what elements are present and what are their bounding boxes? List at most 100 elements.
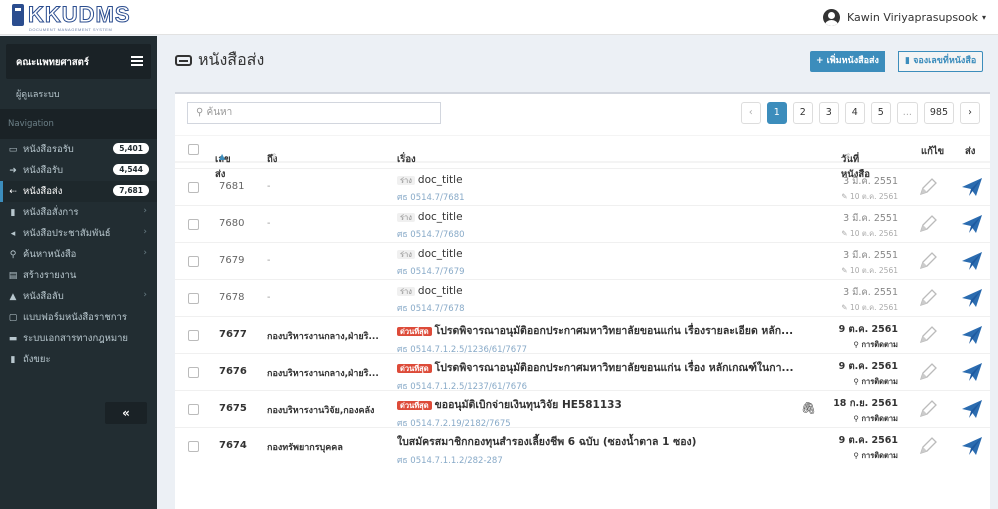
row-checkbox[interactable] [188,219,199,230]
page-button[interactable]: 5 [870,102,891,124]
row-checkbox[interactable] [188,182,199,193]
table-row[interactable]: 7680 - ร่าง doc_title ศธ 0514.7/7680 3 มี.ค. … [175,205,990,242]
send-button[interactable] [960,176,984,201]
subject-cell[interactable]: ด่วนที่สุด โปรดพิจารณาอนุมัติออกประกาศมหา… [397,359,793,393]
page-button[interactable]: 1 [766,102,787,124]
document-number[interactable]: 7681 [219,181,244,192]
top-navbar: KKUDMS DOCUMENT MANAGEMENT SYSTEM Kawin … [0,0,998,35]
table-row[interactable]: 7681 - ร่าง doc_title ศธ 0514.7/7681 3 มี.ค. … [175,168,990,205]
page-button[interactable]: 3 [818,102,839,124]
urgent-badge: ด่วนที่สุด [397,401,432,410]
send-button[interactable] [960,324,984,349]
sidebar-item-trash[interactable]: ▮ ถังขยะ [0,349,157,370]
reserve-number-button[interactable]: ▮ จองเลขที่หนังสือ [898,51,984,72]
date-cell: 3 มี.ค. 2551 ✎ 10 ต.ค. 2561 [841,285,898,314]
report-icon: ▤ [8,270,18,281]
date-sub-text: 10 ต.ค. 2561 [849,229,898,238]
row-checkbox[interactable] [188,367,199,378]
sidebar-item-confidential[interactable]: ▲ หนังสือลับ › [0,286,157,307]
search-input[interactable]: ⚲ ค้นหา [187,102,441,124]
document-number[interactable]: 7677 [219,329,247,340]
sidebar-item-search[interactable]: ⚲ ค้นหาหนังสือ › [0,244,157,265]
edit-button[interactable] [917,176,939,201]
list-icon[interactable] [131,56,143,66]
subject-text: doc_title [417,211,463,223]
document-number[interactable]: 7674 [219,440,247,451]
count-badge: 7,681 [113,185,149,196]
date-sub: ✎ 10 ต.ค. 2561 [841,302,898,314]
send-button[interactable] [960,250,984,275]
table-row[interactable]: 7679 - ร่าง doc_title ศธ 0514.7/7679 3 มี.ค. … [175,242,990,279]
page-button[interactable]: 2 [792,102,813,124]
sign-out-icon: ⇠ [9,186,17,197]
send-button[interactable] [960,287,984,312]
edit-button[interactable] [917,250,939,275]
app-logo[interactable]: KKUDMS DOCUMENT MANAGEMENT SYSTEM [12,3,131,32]
subject-cell[interactable]: ด่วนที่สุด โปรดพิจารณาอนุมัติออกประกาศมหา… [397,322,793,356]
table-row[interactable]: 7674 กองทรัพยากรบุคคล ใบสมัครสมาชิกกองทุนส… [175,427,990,467]
send-button[interactable] [960,361,984,386]
sidebar-item-orders[interactable]: ▮ หนังสือสั่งการ › [0,202,157,223]
subject-cell[interactable]: ใบสมัครสมาชิกกองทุนสำรองเลี้ยงชีพ 6 ฉบับ… [397,433,696,467]
document-number[interactable]: 7675 [219,403,247,414]
edit-button[interactable] [917,287,939,312]
document-number[interactable]: 7679 [219,255,244,266]
page-next-button[interactable]: › [960,102,980,124]
sidebar-item-forms[interactable]: ▢ แบบฟอร์มหนังสือราชการ [0,307,157,328]
sidebar-item-legal[interactable]: ▬ ระบบเอกสารทางกฎหมาย [0,328,157,349]
row-checkbox[interactable] [188,404,199,415]
paper-plane-icon [962,215,982,233]
collapse-sidebar-button[interactable]: « [105,402,147,424]
edit-button[interactable] [917,398,939,423]
reference-number: ศธ 0514.7/7679 [397,267,465,277]
date-sub: ⚲ การติดตาม [833,413,898,425]
subject-cell[interactable]: ร่าง doc_title ศธ 0514.7/7681 [397,174,465,204]
page-prev-button[interactable]: ‹ [740,102,761,124]
date-cell: 3 มี.ค. 2551 ✎ 10 ต.ค. 2561 [841,248,898,277]
page-button[interactable]: 4 [844,102,865,124]
page-button[interactable]: 985 [923,102,954,124]
row-checkbox[interactable] [188,293,199,304]
row-checkbox[interactable] [188,330,199,341]
pencil-icon [919,215,937,233]
sidebar-item-sent[interactable]: ⇠ หนังสือส่ง 7,681 [0,181,157,202]
edit-button[interactable] [917,435,939,460]
document-number[interactable]: 7680 [219,218,244,229]
edit-button[interactable] [917,213,939,238]
user-menu[interactable]: Kawin Viriyaprasupsook ▾ [823,9,986,26]
table-row[interactable]: 7677 กองบริหารงานกลาง,ฝ่ายริ... ด่วนที่สุด… [175,316,990,356]
send-button[interactable] [960,435,984,460]
send-button[interactable] [960,398,984,423]
sidebar-item-received[interactable]: ➜ หนังสือรับ 4,544 [0,160,157,181]
date-cell: 18 ก.ย. 2561 ⚲ การติดตาม [833,396,898,425]
select-all-checkbox[interactable] [188,144,199,155]
table-row[interactable]: 7678 - ร่าง doc_title ศธ 0514.7/7678 3 มี.ค. … [175,279,990,316]
inbox-icon [175,55,192,66]
sidebar-item-label: หนังสือรอรับ [23,144,74,155]
subject-cell[interactable]: ร่าง doc_title ศธ 0514.7/7678 [397,285,465,315]
subject-text: โปรดพิจารณาอนุมัติออกประกาศมหาวิทยาลัยขอ… [434,362,794,374]
subject-cell[interactable]: ร่าง doc_title ศธ 0514.7/7680 [397,211,465,241]
send-button[interactable] [960,213,984,238]
add-sent-document-button[interactable]: + เพิ่มหนังสือส่ง [810,51,885,72]
department-selector[interactable]: คณะแพทยศาสตร์ [6,44,151,79]
subject-cell[interactable]: ร่าง doc_title ศธ 0514.7/7679 [397,248,465,278]
row-checkbox[interactable] [188,256,199,267]
paperclip-icon[interactable]: 🖇 [801,401,816,415]
row-checkbox[interactable] [188,441,199,452]
draft-badge: ร่าง [397,287,415,296]
user-name: Kawin Viriyaprasupsook [847,11,978,24]
document-number[interactable]: 7678 [219,292,244,303]
recipient: กองบริหารงานกลาง,ฝ่ายริ... [267,332,379,342]
sidebar-item-pending[interactable]: ▭ หนังสือรอรับ 5,401 [0,139,157,160]
sidebar-item-label: หนังสือลับ [23,291,64,302]
document-number[interactable]: 7676 [219,366,247,377]
table-row[interactable]: 7676 กองบริหารงานกลาง,ฝ่ายริ... ด่วนที่สุด… [175,353,990,393]
sidebar-item-announcements[interactable]: ◂ หนังสือประชาสัมพันธ์ › [0,223,157,244]
user-avatar-icon [823,9,841,26]
table-row[interactable]: 7675 กองบริหารงานวิจัย,กองคลัง ด่วนที่สุดข… [175,390,990,430]
edit-button[interactable] [917,324,939,349]
sidebar-item-report[interactable]: ▤ สร้างรายงาน [0,265,157,286]
edit-button[interactable] [917,361,939,386]
subject-cell[interactable]: ด่วนที่สุด ขออนุมัติเบิกจ่ายเงินทุนวิจัย … [397,396,622,430]
